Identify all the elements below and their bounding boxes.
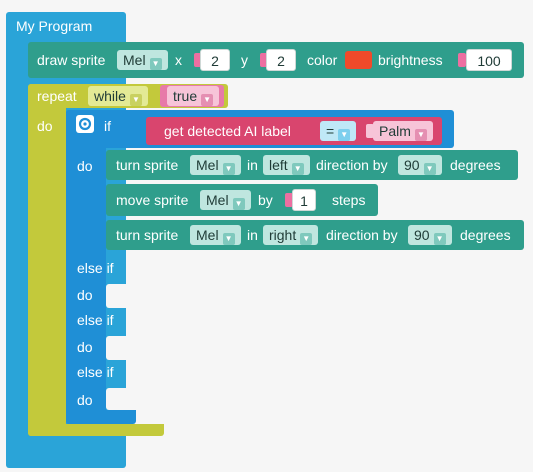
color-label: color — [307, 52, 338, 68]
repeat-label: repeat — [37, 88, 77, 104]
turn-left-sprite: Mel — [196, 157, 219, 173]
turn-left-by: direction by — [316, 157, 388, 173]
if-label: if — [104, 118, 111, 134]
move-prefix: move sprite — [116, 192, 189, 208]
direction-left-dropdown[interactable]: left ▼ — [263, 155, 310, 175]
else-if-slot-3[interactable] — [128, 366, 134, 378]
turn-right-sprite-dropdown[interactable]: Mel ▼ — [190, 225, 241, 245]
repeat-arm — [28, 84, 66, 436]
do-slot-3[interactable] — [106, 388, 136, 410]
chevron-down-icon: ▼ — [201, 94, 214, 106]
direction-left-value: left — [269, 157, 288, 173]
x-input[interactable]: 2 — [200, 49, 230, 71]
chevron-down-icon: ▼ — [149, 58, 162, 70]
y-label: y — [241, 52, 248, 68]
repeat-do-label: do — [37, 118, 53, 134]
brightness-plug-icon — [458, 53, 466, 67]
true-value: true — [173, 88, 198, 104]
y-input[interactable]: 2 — [266, 49, 296, 71]
do-label-3: do — [77, 392, 93, 408]
turn-right-degrees-dropdown[interactable]: 90 ▼ — [408, 225, 452, 245]
turn-right-suffix: degrees — [460, 227, 511, 243]
else-if-label-2: else if — [77, 312, 114, 328]
if-foot — [66, 410, 136, 424]
steps-input[interactable]: 1 — [292, 189, 316, 211]
ai-label-text: get detected AI label — [164, 123, 291, 139]
gear-icon[interactable] — [76, 115, 94, 133]
turn-right-prefix: turn sprite — [116, 227, 179, 243]
label-value: Palm — [379, 123, 411, 139]
do-slot-1[interactable] — [106, 284, 136, 308]
turn-left-degrees: 90 — [404, 157, 420, 173]
draw-sprite-value: Mel — [123, 52, 146, 68]
chevron-down-icon: ▼ — [222, 233, 235, 245]
chevron-down-icon: ▼ — [232, 198, 245, 210]
chevron-down-icon: ▼ — [222, 163, 235, 175]
direction-right-value: right — [269, 227, 297, 243]
move-suffix: steps — [332, 192, 366, 208]
else-if-label-1: else if — [77, 260, 114, 276]
chevron-down-icon: ▼ — [300, 233, 313, 245]
else-if-slot-1[interactable] — [128, 262, 134, 274]
else-if-label-3: else if — [77, 364, 114, 380]
draw-sprite-dropdown[interactable]: Mel ▼ — [117, 50, 168, 70]
color-swatch[interactable] — [345, 51, 372, 69]
repeat-mode-value: while — [94, 88, 126, 104]
chevron-down-icon: ▼ — [423, 163, 436, 175]
operator-value: = — [326, 123, 335, 139]
operator-dropdown[interactable]: = ▼ — [320, 121, 357, 141]
else-if-slot-2[interactable] — [128, 314, 134, 326]
turn-left-in: in — [247, 157, 258, 173]
turn-right-in: in — [247, 227, 258, 243]
chevron-down-icon: ▼ — [414, 129, 427, 141]
turn-left-suffix: degrees — [450, 157, 501, 173]
direction-right-dropdown[interactable]: right ▼ — [263, 225, 319, 245]
x-label: x — [175, 52, 182, 68]
repeat-mode-dropdown[interactable]: while ▼ — [88, 86, 148, 106]
if-do-label: do — [77, 158, 93, 174]
chevron-down-icon: ▼ — [291, 163, 304, 175]
turn-left-degrees-dropdown[interactable]: 90 ▼ — [398, 155, 442, 175]
true-dropdown[interactable]: true ▼ — [167, 86, 220, 106]
move-sprite-dropdown[interactable]: Mel ▼ — [200, 190, 251, 210]
brightness-input[interactable]: 100 — [466, 49, 512, 71]
chevron-down-icon: ▼ — [433, 233, 446, 245]
chevron-down-icon: ▼ — [338, 129, 351, 141]
repeat-foot — [28, 424, 164, 436]
move-sprite: Mel — [206, 192, 229, 208]
turn-right-degrees: 90 — [414, 227, 430, 243]
turn-right-sprite: Mel — [196, 227, 219, 243]
turn-left-sprite-dropdown[interactable]: Mel ▼ — [190, 155, 241, 175]
program-title: My Program — [16, 18, 93, 34]
turn-right-by: direction by — [326, 227, 398, 243]
draw-sprite-label: draw sprite — [37, 52, 106, 68]
do-label-1: do — [77, 287, 93, 303]
label-dropdown[interactable]: Palm ▼ — [373, 121, 433, 141]
do-label-2: do — [77, 339, 93, 355]
move-by: by — [258, 192, 273, 208]
brightness-label: brightness — [378, 52, 443, 68]
do-slot-2[interactable] — [106, 336, 136, 360]
turn-left-prefix: turn sprite — [116, 157, 179, 173]
chevron-down-icon: ▼ — [129, 94, 142, 106]
